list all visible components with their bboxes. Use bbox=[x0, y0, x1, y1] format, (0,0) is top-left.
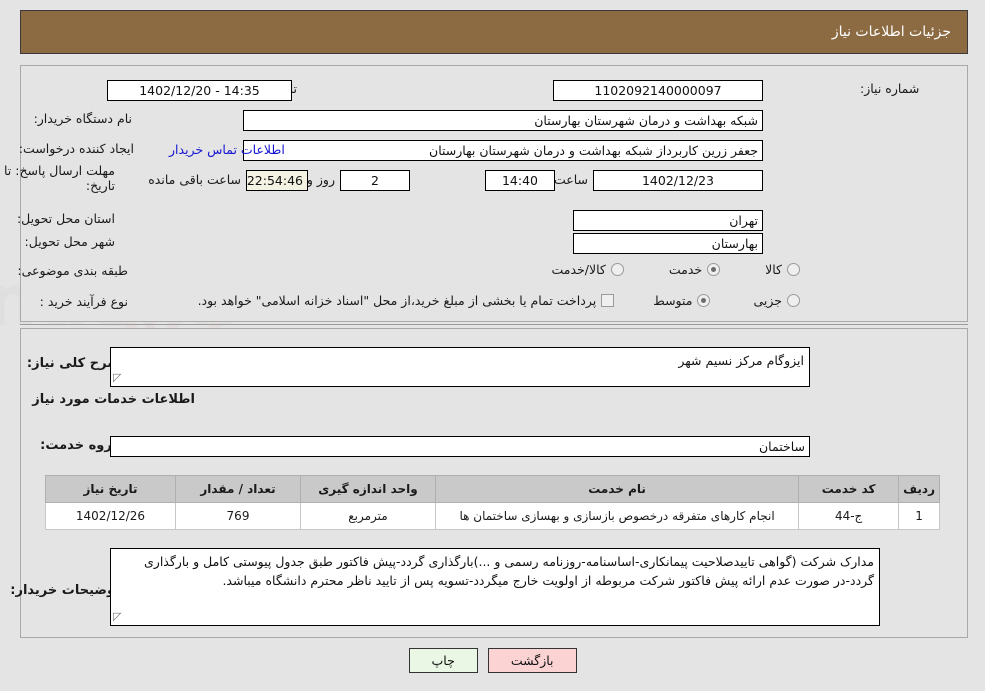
deadline-label: مهلت ارسال پاسخ: تا تاریخ: bbox=[4, 163, 115, 193]
radio-process-jozi[interactable] bbox=[787, 294, 800, 307]
countdown-label: ساعت باقی مانده bbox=[148, 172, 241, 187]
page-header: جزئیات اطلاعات نیاز bbox=[20, 10, 968, 54]
page-title: جزئیات اطلاعات نیاز bbox=[831, 24, 951, 40]
treasury-bond-label: پرداخت تمام یا بخشی از مبلغ خرید،از محل … bbox=[197, 293, 597, 308]
hour-label: ساعت bbox=[553, 172, 588, 187]
service-group-row-label: گروه خدمت: bbox=[40, 438, 120, 453]
radio-category-kala-khedmat[interactable] bbox=[610, 263, 624, 276]
need-info-panel bbox=[20, 65, 968, 322]
radio-category-kala[interactable] bbox=[787, 263, 800, 276]
cell-code: ج-44 bbox=[798, 502, 900, 530]
buyer-contact-link[interactable]: اطلاعات تماس خریدار bbox=[169, 142, 285, 157]
need-number-value[interactable]: 1102092140000097 bbox=[553, 80, 763, 101]
col-date: تاریخ نیاز bbox=[45, 475, 176, 503]
city-value[interactable]: بهارستان bbox=[573, 233, 763, 254]
category-radio-group: کالا خدمت کالا/خدمت bbox=[160, 262, 800, 277]
table-header-row: ردیف کد خدمت نام خدمت واحد اندازه گیری ت… bbox=[45, 475, 940, 503]
notes-resize-grip-icon[interactable]: ◸ bbox=[113, 608, 121, 625]
cell-qty: 769 bbox=[175, 502, 301, 530]
requester-value[interactable]: جعفر زرین کاربرداز شبکه بهداشت و درمان ش… bbox=[243, 140, 763, 161]
needs-table: ردیف کد خدمت نام خدمت واحد اندازه گیری ت… bbox=[45, 475, 940, 530]
buyer-org-value[interactable]: شبکه بهداشت و درمان شهرستان بهارستان bbox=[243, 110, 763, 131]
summary-textarea[interactable]: ایزوگام مرکز نسیم شهر ◸ bbox=[110, 347, 810, 387]
col-code: کد خدمت bbox=[798, 475, 900, 503]
deadline-label-wrap: مهلت ارسال پاسخ: تا تاریخ: bbox=[0, 163, 115, 194]
category-row-label: طبقه بندی موضوعی: bbox=[17, 263, 128, 278]
back-button[interactable]: بازگشت bbox=[487, 648, 577, 673]
summary-label: شرح کلی نیاز: bbox=[26, 356, 120, 371]
summary-value: ایزوگام مرکز نسیم شهر bbox=[678, 353, 804, 368]
province-value[interactable]: تهران bbox=[573, 210, 763, 231]
need-number-row: شماره نیاز: bbox=[860, 81, 919, 96]
cell-name: انجام کارهای متفرقه درخصوص بازسازی و بهس… bbox=[434, 502, 800, 530]
section-divider bbox=[20, 324, 968, 325]
notes-row-label: توضیحات خریدار: bbox=[10, 583, 120, 598]
notes-label: توضیحات خریدار: bbox=[10, 583, 120, 598]
announce-value[interactable]: 14:35 - 1402/12/20 bbox=[107, 80, 292, 101]
deadline-time-value[interactable]: 14:40 bbox=[485, 170, 555, 191]
province-label: استان محل تحویل: bbox=[16, 211, 115, 226]
radio-process-motavaset-label[interactable]: متوسط bbox=[653, 293, 692, 308]
service-group-label: گروه خدمت: bbox=[40, 438, 120, 453]
print-button[interactable]: چاپ bbox=[408, 648, 478, 673]
countdown-timer: 22:54:46 bbox=[246, 170, 308, 191]
resize-grip-icon[interactable]: ◸ bbox=[113, 369, 121, 386]
table-row[interactable]: 1 ج-44 انجام کارهای متفرقه درخصوص بازساز… bbox=[45, 502, 940, 530]
radio-category-khedmat[interactable] bbox=[707, 263, 721, 276]
city-label: شهر محل تحویل: bbox=[24, 234, 115, 249]
col-row-no: ردیف bbox=[898, 475, 940, 503]
service-group-value[interactable]: ساختمان bbox=[110, 436, 810, 457]
province-row: استان محل تحویل: bbox=[17, 211, 115, 226]
radio-process-jozi-label[interactable]: جزیی bbox=[753, 293, 782, 308]
remaining-days-value[interactable]: 2 bbox=[340, 170, 410, 191]
col-name: نام خدمت bbox=[434, 475, 800, 503]
col-qty: تعداد / مقدار bbox=[175, 475, 301, 503]
buyer-notes-value: مدارک شرکت (گواهی تاییدصلاحیت پیمانکاری-… bbox=[144, 554, 874, 589]
process-radio-group: جزیی متوسط پرداخت تمام یا بخشی از مبلغ خ… bbox=[40, 293, 800, 308]
cell-row-no: 1 bbox=[898, 502, 940, 530]
requester-label: ایجاد کننده درخواست: bbox=[18, 141, 134, 156]
radio-process-motavaset[interactable] bbox=[697, 294, 711, 307]
summary-row-label: شرح کلی نیاز: bbox=[27, 356, 120, 371]
category-label: طبقه بندی موضوعی: bbox=[17, 263, 128, 278]
radio-category-khedmat-label[interactable]: خدمت bbox=[669, 262, 702, 277]
action-buttons: بازگشت چاپ bbox=[0, 648, 985, 673]
radio-category-kala-label[interactable]: کالا bbox=[765, 262, 782, 277]
days-label: روز و bbox=[306, 172, 335, 187]
services-section-title-row: اطلاعات خدمات مورد نیاز bbox=[32, 392, 195, 407]
cell-date: 1402/12/26 bbox=[45, 502, 176, 530]
deadline-date-value[interactable]: 1402/12/23 bbox=[593, 170, 763, 191]
col-unit: واحد اندازه گیری bbox=[300, 475, 436, 503]
treasury-bond-checkbox[interactable] bbox=[601, 294, 615, 307]
services-section-title: اطلاعات خدمات مورد نیاز bbox=[32, 392, 195, 407]
cell-unit: مترمربع bbox=[300, 502, 436, 530]
buyer-notes-textarea[interactable]: مدارک شرکت (گواهی تاییدصلاحیت پیمانکاری-… bbox=[110, 548, 880, 626]
buyer-org-row: نام دستگاه خریدار: bbox=[34, 111, 132, 126]
need-number-label: شماره نیاز: bbox=[860, 81, 920, 96]
city-row: شهر محل تحویل: bbox=[25, 234, 115, 249]
radio-category-kala-khedmat-label[interactable]: کالا/خدمت bbox=[551, 262, 605, 277]
buyer-org-label: نام دستگاه خریدار: bbox=[33, 111, 132, 126]
requester-row: ایجاد کننده درخواست: bbox=[19, 141, 134, 156]
